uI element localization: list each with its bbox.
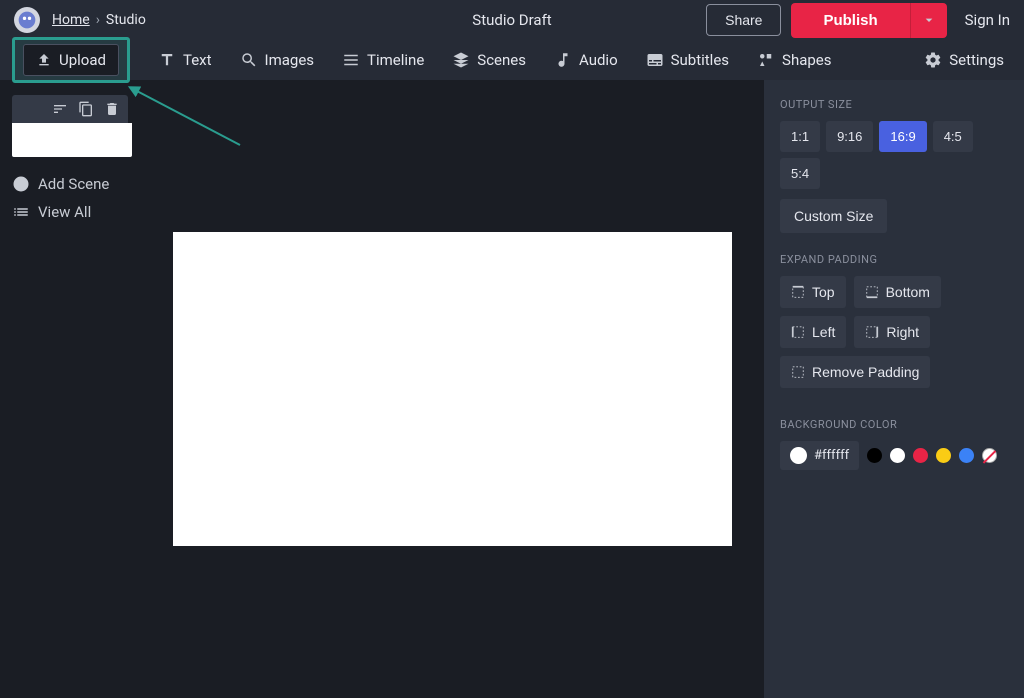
breadcrumb-sep: ›: [96, 12, 100, 28]
timeline-icon: [342, 51, 360, 69]
add-scene-label: Add Scene: [38, 175, 109, 193]
layers-icon: [452, 51, 470, 69]
padding-left-icon: [791, 325, 805, 339]
custom-size-button[interactable]: Custom Size: [780, 199, 887, 233]
scenes-label: Scenes: [477, 51, 526, 69]
padding-top-icon: [791, 285, 805, 299]
plus-circle-icon: [12, 175, 30, 193]
settings-button[interactable]: Settings: [924, 51, 1004, 69]
main: Add Scene View All OUTPUT SIZE 1:1 9:16 …: [0, 80, 1024, 698]
color-value: #ffffff: [814, 448, 849, 463]
music-icon: [554, 51, 572, 69]
padding-right[interactable]: Right: [854, 316, 930, 348]
swatch-red[interactable]: [913, 448, 928, 463]
upload-button[interactable]: Upload: [23, 44, 119, 76]
search-icon: [240, 51, 258, 69]
images-button[interactable]: Images: [240, 51, 315, 69]
swatch-yellow[interactable]: [936, 448, 951, 463]
publish-dropdown[interactable]: [910, 3, 947, 38]
ratio-9-16[interactable]: 9:16: [826, 121, 873, 152]
subtitles-button[interactable]: Subtitles: [646, 51, 729, 69]
scene-toolbar: [12, 95, 128, 123]
ratio-group: 1:1 9:16 16:9 4:5 5:4: [780, 121, 1008, 189]
swatch-none[interactable]: [982, 448, 997, 463]
left-panel: Add Scene View All: [0, 80, 140, 698]
scene-thumbnail[interactable]: [12, 123, 132, 157]
swatch-black[interactable]: [867, 448, 882, 463]
top-bar: Home › Studio Studio Draft Share Publish…: [0, 0, 1024, 40]
bgcolor-label: BACKGROUND COLOR: [780, 418, 1008, 431]
color-row: #ffffff: [780, 441, 1008, 470]
chevron-down-icon: [921, 12, 937, 28]
scene-actions: Add Scene View All: [12, 175, 128, 221]
annotation-arrow: [125, 80, 265, 160]
gear-icon: [924, 51, 942, 69]
remove-padding[interactable]: Remove Padding: [780, 356, 930, 388]
text-label: Text: [183, 51, 212, 69]
color-current[interactable]: #ffffff: [780, 441, 859, 470]
publish-group: Publish: [791, 3, 946, 38]
expand-padding-label: EXPAND PADDING: [780, 253, 1008, 266]
publish-button[interactable]: Publish: [791, 3, 909, 38]
shapes-button[interactable]: Shapes: [757, 51, 831, 69]
ratio-1-1[interactable]: 1:1: [780, 121, 820, 152]
trash-icon[interactable]: [104, 101, 120, 117]
right-panel: OUTPUT SIZE 1:1 9:16 16:9 4:5 5:4 Custom…: [764, 80, 1024, 698]
view-all-label: View All: [38, 203, 91, 221]
page-title[interactable]: Studio Draft: [472, 11, 551, 29]
copy-icon[interactable]: [78, 101, 94, 117]
audio-button[interactable]: Audio: [554, 51, 618, 69]
padding-left[interactable]: Left: [780, 316, 846, 348]
shapes-icon: [757, 51, 775, 69]
padding-right-icon: [865, 325, 879, 339]
audio-label: Audio: [579, 51, 618, 69]
padding-bottom[interactable]: Bottom: [854, 276, 941, 308]
breadcrumb: Home › Studio: [52, 12, 146, 28]
text-icon: [158, 51, 176, 69]
canvas-area: [140, 80, 764, 698]
timeline-label: Timeline: [367, 51, 424, 69]
padding-group: Top Bottom Left Right Remove Padding: [780, 276, 1008, 388]
shapes-label: Shapes: [782, 51, 831, 69]
upload-label: Upload: [59, 51, 106, 69]
signin-link[interactable]: Sign In: [965, 11, 1010, 29]
ratio-5-4[interactable]: 5:4: [780, 158, 820, 189]
list-icon: [12, 203, 30, 221]
toolbar: Upload Text Images Timeline Scenes Audio…: [0, 40, 1024, 80]
padding-top[interactable]: Top: [780, 276, 846, 308]
share-button[interactable]: Share: [706, 4, 781, 36]
top-actions: Share Publish Sign In: [706, 3, 1010, 38]
ratio-16-9[interactable]: 16:9: [879, 121, 926, 152]
swatch-blue[interactable]: [959, 448, 974, 463]
scenes-button[interactable]: Scenes: [452, 51, 526, 69]
avatar[interactable]: [14, 7, 40, 33]
settings-label: Settings: [949, 51, 1004, 69]
swatch-white[interactable]: [890, 448, 905, 463]
view-all-button[interactable]: View All: [12, 203, 128, 221]
output-size-label: OUTPUT SIZE: [780, 98, 1008, 111]
breadcrumb-home[interactable]: Home: [52, 12, 90, 28]
ratio-4-5[interactable]: 4:5: [933, 121, 973, 152]
upload-highlight: Upload: [12, 37, 130, 83]
breadcrumb-studio: Studio: [106, 12, 146, 28]
canvas[interactable]: [173, 232, 732, 546]
current-swatch: [790, 447, 807, 464]
subtitles-icon: [646, 51, 664, 69]
subtitles-label: Subtitles: [671, 51, 729, 69]
images-label: Images: [265, 51, 315, 69]
upload-icon: [36, 52, 52, 68]
timeline-button[interactable]: Timeline: [342, 51, 424, 69]
add-scene-button[interactable]: Add Scene: [12, 175, 128, 193]
sort-icon[interactable]: [52, 101, 68, 117]
remove-padding-icon: [791, 365, 805, 379]
text-button[interactable]: Text: [158, 51, 212, 69]
padding-bottom-icon: [865, 285, 879, 299]
